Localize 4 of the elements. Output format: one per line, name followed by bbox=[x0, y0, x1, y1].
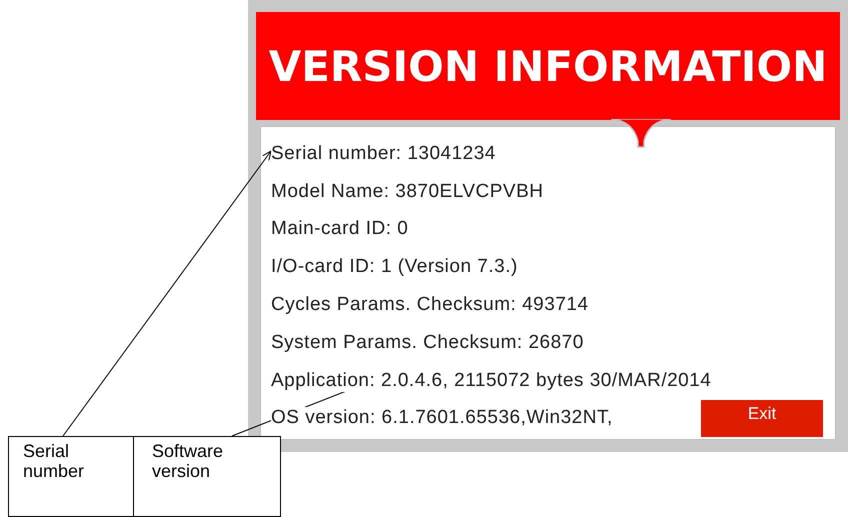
window-title: VERSION INFORMATION bbox=[268, 42, 828, 91]
callout-label: Serial number bbox=[8, 436, 134, 517]
callout-label: Software version bbox=[134, 436, 281, 517]
exit-button[interactable]: Exit bbox=[701, 400, 823, 437]
